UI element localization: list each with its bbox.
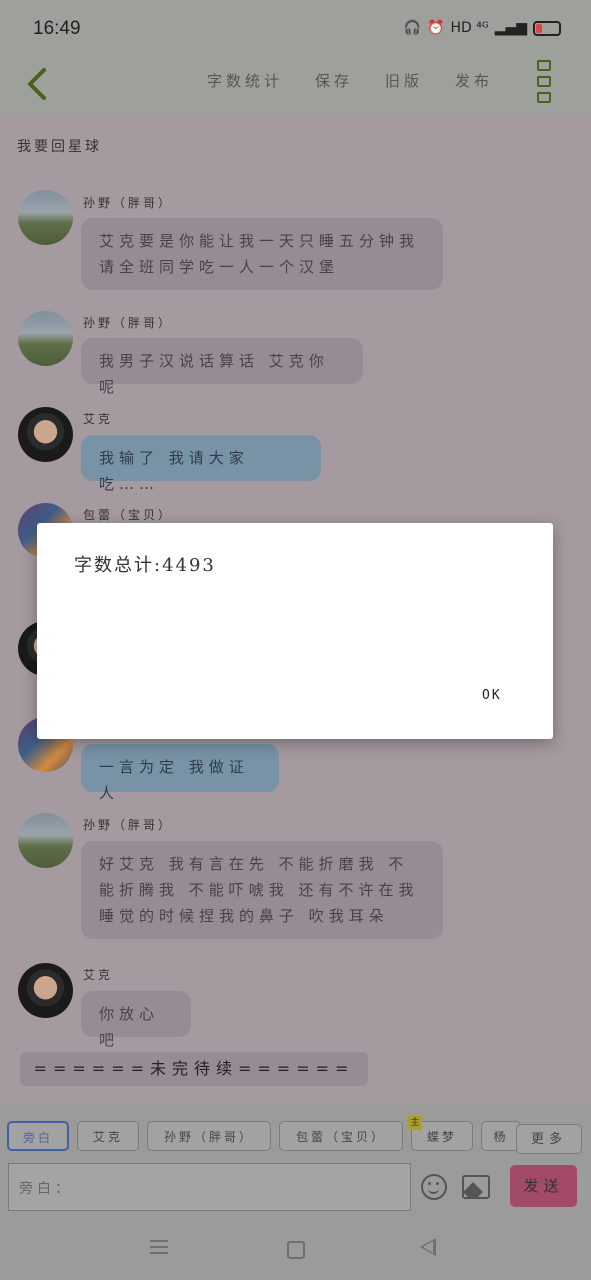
dialog-title: 字数总计:4493 <box>74 555 216 576</box>
ok-button[interactable]: OK <box>482 688 502 703</box>
word-count-dialog: 字数总计:4493 OK <box>37 523 553 739</box>
